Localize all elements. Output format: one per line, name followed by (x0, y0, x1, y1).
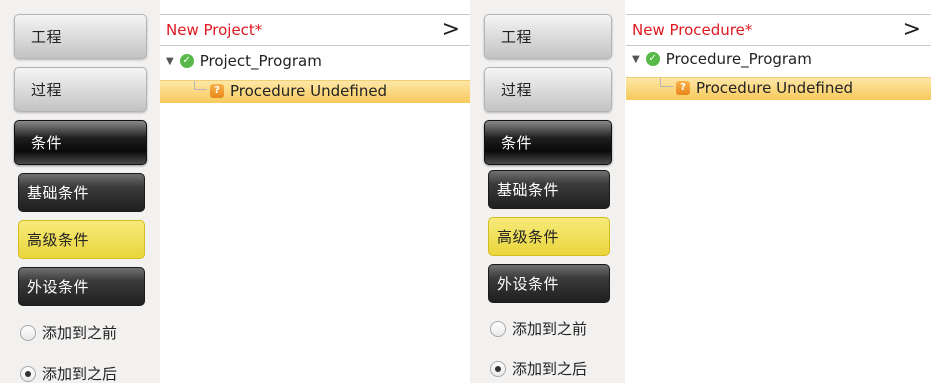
process-button-label: 过程 (31, 81, 63, 99)
tree-child-label: Procedure Undefined (230, 82, 388, 100)
peripheral-condition-button[interactable]: 外设条件 (18, 267, 145, 306)
tree-root-label: Procedure_Program (665, 50, 812, 68)
project-button-label: 工程 (501, 28, 533, 46)
tree-child-node[interactable]: ? Procedure Undefined (676, 79, 853, 97)
question-icon: ? (210, 84, 224, 98)
tree-title: New Project* (166, 21, 263, 39)
peripheral-condition-label: 外设条件 (27, 278, 90, 296)
tree-connector (194, 81, 207, 90)
radio-after-circle[interactable] (20, 365, 36, 382)
basic-condition-label: 基础条件 (497, 181, 560, 199)
tree-child-node[interactable]: ? Procedure Undefined (210, 82, 387, 100)
radio-before-circle[interactable] (20, 324, 36, 341)
advanced-condition-label: 高级条件 (497, 228, 560, 246)
condition-button[interactable]: 条件 (14, 120, 147, 165)
radio-add-after[interactable]: 添加到之后 (20, 363, 117, 384)
chevron-right-icon[interactable]: > (903, 18, 921, 42)
radio-after-label: 添加到之后 (512, 360, 588, 378)
process-button[interactable]: 过程 (484, 67, 612, 112)
radio-after-label: 添加到之后 (42, 365, 118, 383)
left-sidebar: 工程 过程 条件 基础条件 高级条件 外设条件 添加到之前 添加到之后 (0, 0, 160, 383)
radio-add-after[interactable]: 添加到之后 (490, 358, 587, 379)
project-button-label: 工程 (31, 28, 63, 46)
process-button[interactable]: 过程 (14, 67, 147, 112)
check-circle-icon: ✓ (645, 52, 660, 66)
tree-root-node[interactable]: ▼ ✓ Procedure_Program (632, 50, 812, 68)
tree-child-label: Procedure Undefined (696, 79, 854, 97)
process-button-label: 过程 (501, 81, 533, 99)
radio-before-label: 添加到之前 (42, 324, 118, 342)
radio-before-label: 添加到之前 (512, 320, 588, 338)
condition-button[interactable]: 条件 (484, 120, 612, 165)
triangle-down-icon[interactable]: ▼ (632, 54, 640, 65)
check-circle-icon: ✓ (179, 54, 194, 68)
tree-title: New Procedure* (632, 21, 753, 39)
basic-condition-button[interactable]: 基础条件 (18, 173, 145, 212)
chevron-right-icon[interactable]: > (442, 18, 460, 42)
advanced-condition-label: 高级条件 (27, 231, 90, 249)
condition-button-label: 条件 (31, 134, 63, 152)
radio-add-before[interactable]: 添加到之前 (20, 322, 117, 343)
right-sidebar: 工程 过程 条件 基础条件 高级条件 外设条件 添加到之前 添加到之后 (470, 0, 625, 383)
tree-root-node[interactable]: ▼ ✓ Project_Program (166, 52, 322, 70)
radio-after-circle[interactable] (490, 360, 506, 377)
triangle-down-icon[interactable]: ▼ (166, 56, 174, 67)
tree-header: New Procedure* > (626, 15, 931, 46)
radio-add-before[interactable]: 添加到之前 (490, 318, 587, 339)
peripheral-condition-label: 外设条件 (497, 275, 560, 293)
advanced-condition-button[interactable]: 高级条件 (18, 220, 145, 259)
procedure-tree-panel: New Procedure* > ▼ ✓ Procedure_Program ?… (626, 14, 931, 383)
peripheral-condition-button[interactable]: 外设条件 (488, 264, 610, 303)
basic-condition-label: 基础条件 (27, 184, 90, 202)
project-tree-panel: New Project* > ▼ ✓ Project_Program ? Pro… (160, 14, 470, 383)
question-icon: ? (676, 81, 690, 95)
basic-condition-button[interactable]: 基础条件 (488, 170, 610, 209)
tree-root-label: Project_Program (199, 52, 322, 70)
tree-connector (660, 78, 673, 87)
radio-before-circle[interactable] (490, 320, 506, 337)
condition-button-label: 条件 (501, 134, 533, 152)
tree-header: New Project* > (160, 15, 470, 46)
project-button[interactable]: 工程 (14, 14, 147, 59)
advanced-condition-button[interactable]: 高级条件 (488, 217, 610, 256)
project-button[interactable]: 工程 (484, 14, 612, 59)
